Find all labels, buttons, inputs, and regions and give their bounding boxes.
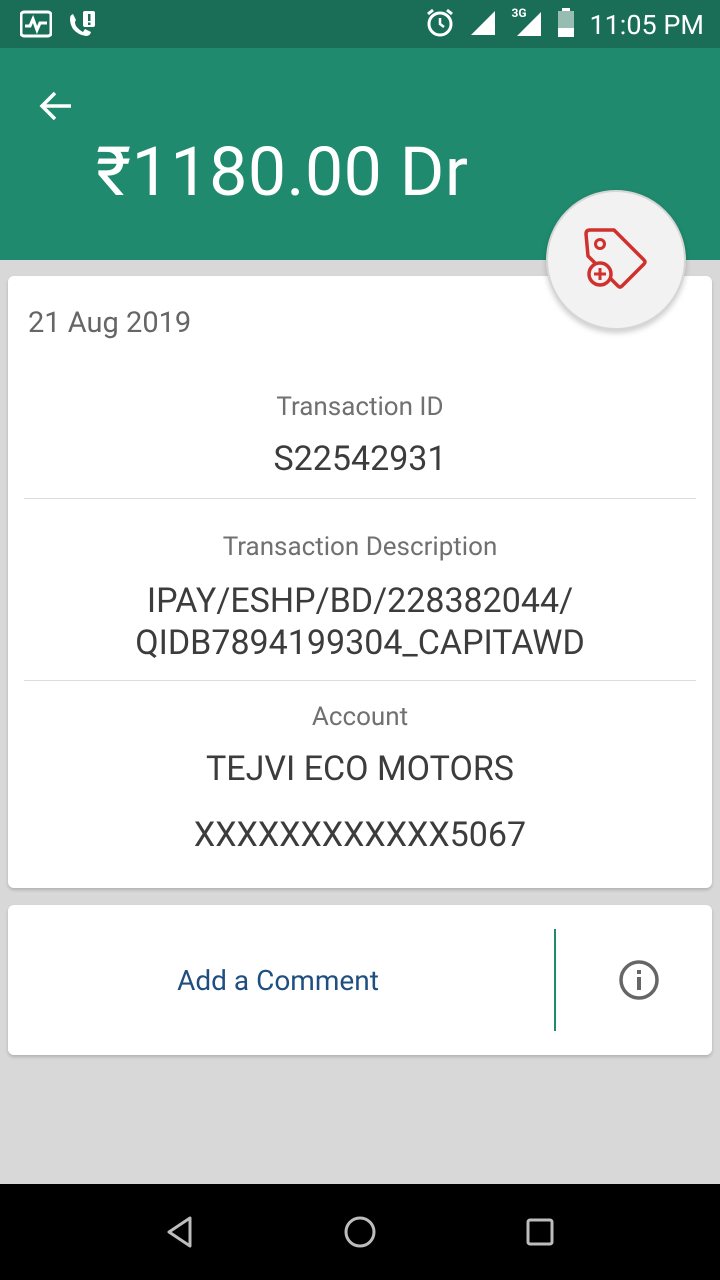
account-number: XXXXXXXXXXXX5067 xyxy=(193,815,527,855)
transaction-details-card: 21 Aug 2019 Transaction ID S22542931 Tra… xyxy=(8,276,712,888)
signal-3g-icon: 3G xyxy=(511,6,543,42)
account-label: Account xyxy=(311,702,409,732)
network-type-label: 3G xyxy=(511,6,527,20)
divider xyxy=(24,498,696,499)
home-circle-icon xyxy=(344,1216,376,1248)
navigation-bar xyxy=(0,1184,720,1280)
recents-square-icon xyxy=(526,1218,554,1246)
transaction-date: 21 Aug 2019 xyxy=(28,306,192,340)
arrow-back-icon xyxy=(39,91,71,121)
add-comment-button[interactable]: Add a Comment xyxy=(8,905,548,1055)
account-name: TEJVI ECO MOTORS xyxy=(206,749,514,789)
transaction-description-line1: IPAY/ESHP/BD/228382044/ xyxy=(146,581,574,621)
signal-icon xyxy=(469,9,497,41)
transaction-amount: ₹1180.00 Dr xyxy=(96,132,469,212)
back-triangle-icon xyxy=(167,1216,192,1248)
battery-icon xyxy=(557,8,575,42)
transaction-id-value: S22542931 xyxy=(273,439,447,479)
add-tag-button[interactable] xyxy=(546,190,686,330)
status-bar: 3G 11:05 PM xyxy=(0,0,720,48)
info-button[interactable] xyxy=(604,955,674,1005)
nav-home-button[interactable] xyxy=(332,1204,388,1260)
transaction-id-label: Transaction ID xyxy=(276,392,444,422)
status-time: 11:05 PM xyxy=(589,9,704,41)
nav-recents-button[interactable] xyxy=(512,1204,568,1260)
nav-back-button[interactable] xyxy=(152,1204,208,1260)
activity-icon xyxy=(19,10,53,44)
transaction-description-label: Transaction Description xyxy=(222,532,498,562)
comment-card: Add a Comment xyxy=(8,905,712,1055)
vertical-divider xyxy=(554,929,556,1031)
transaction-description-line2: QIDB7894199304_CAPITAWD xyxy=(135,623,585,663)
add-tag-icon xyxy=(584,228,647,289)
divider xyxy=(24,680,696,681)
phone-alert-icon xyxy=(66,10,96,44)
back-button[interactable] xyxy=(28,82,84,130)
info-icon xyxy=(619,960,659,1000)
alarm-icon xyxy=(425,8,455,42)
